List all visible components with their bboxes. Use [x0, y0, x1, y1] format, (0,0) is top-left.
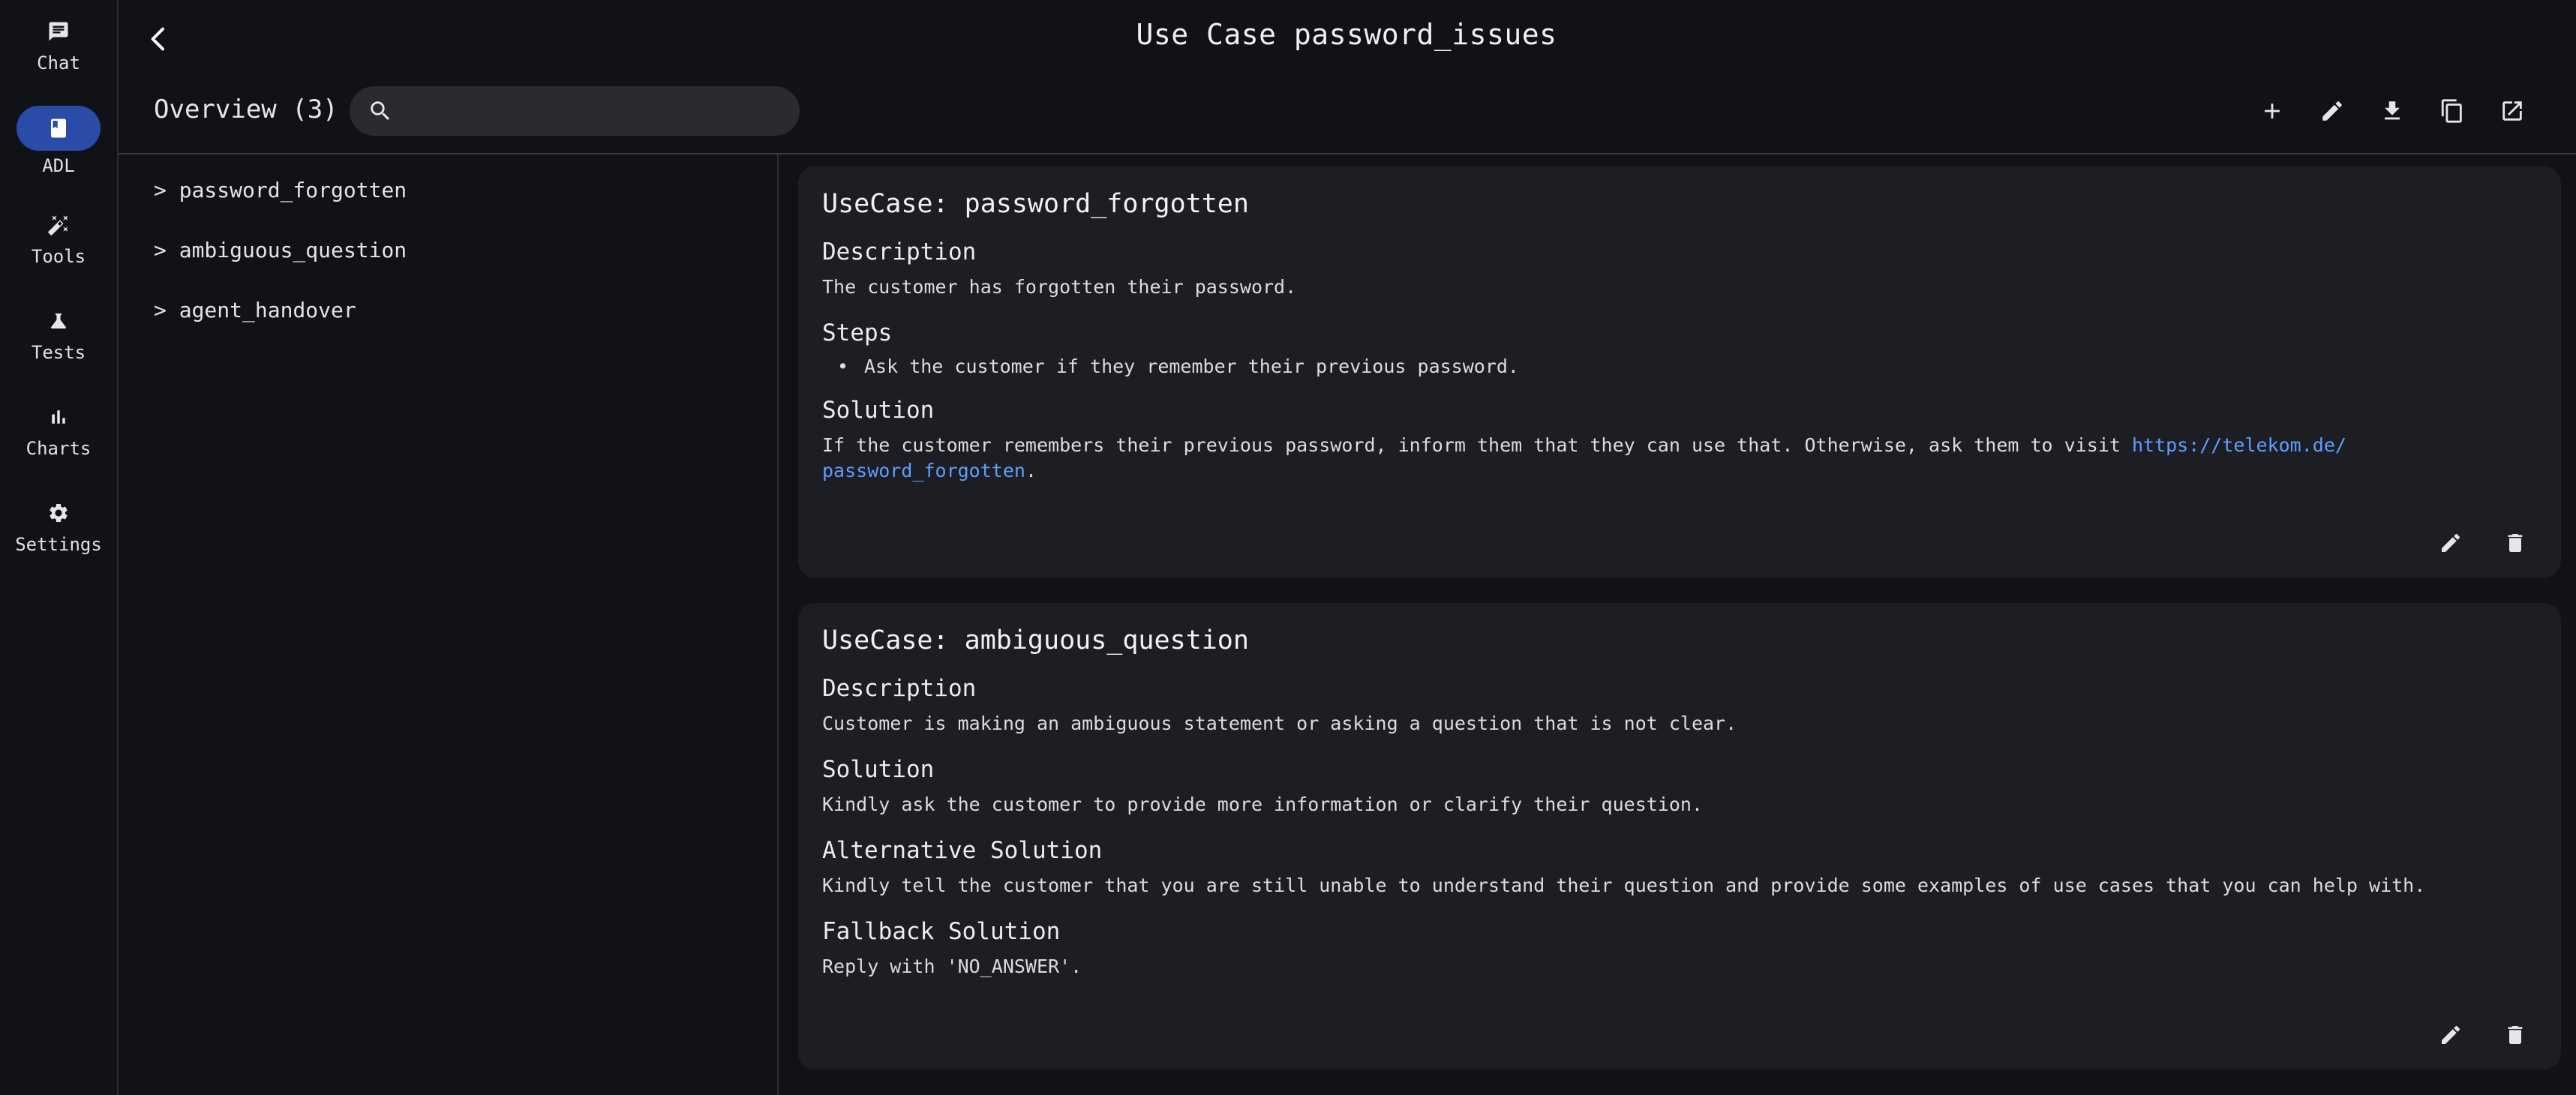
nav-item-chat[interactable]: Chat [0, 15, 117, 74]
card-title: UseCase: password_forgotten [822, 189, 1249, 219]
header-divider [119, 153, 2576, 154]
plus-icon [2265, 104, 2280, 118]
solution-text: If the customer remembers their previous… [822, 433, 2537, 484]
nav-label-tests: Tests [31, 342, 86, 363]
alternative-solution-text: Kindly tell the customer that you are st… [822, 874, 2426, 896]
nav-label-chat: Chat [37, 52, 80, 74]
nav-item-settings[interactable]: Settings [0, 496, 117, 555]
fallback-solution-heading: Fallback Solution [822, 918, 1061, 945]
search-bar[interactable] [350, 86, 800, 136]
solution-text: Kindly ask the customer to provide more … [822, 794, 1703, 815]
solution-end: . [1025, 460, 1037, 482]
chat-icon [49, 22, 68, 41]
card-delete-button[interactable] [2499, 522, 2531, 564]
overview-toolbar [2256, 90, 2528, 132]
description-heading: Description [822, 675, 977, 702]
pencil-icon [2442, 1025, 2460, 1044]
overview-title: Overview (3) [154, 94, 338, 124]
solution-heading: Solution [822, 756, 935, 783]
step-text: Ask the customer if they remember their … [864, 356, 1519, 377]
nav-item-tests[interactable]: Tests [0, 304, 117, 363]
card-edit-button[interactable] [2435, 522, 2466, 564]
card-edit-button[interactable] [2435, 1014, 2466, 1056]
nav-label-tools: Tools [31, 246, 86, 267]
book-icon [51, 118, 66, 138]
alternative-solution-heading: Alternative Solution [822, 837, 1103, 864]
open-external-icon [2502, 101, 2522, 121]
description-text: The customer has forgotten their passwor… [822, 276, 1297, 298]
add-button[interactable] [2256, 90, 2288, 132]
description-text: Customer is making an ambiguous statemen… [822, 712, 1737, 734]
open-external-button[interactable] [2496, 90, 2528, 132]
download-icon [2385, 101, 2400, 120]
solution-text-main: If the customer remembers their previous… [822, 434, 2132, 456]
step-item: • Ask the customer if they remember their… [822, 356, 2537, 377]
pencil-icon [2322, 101, 2342, 121]
trash-icon [2508, 1026, 2523, 1044]
steps-heading: Steps [822, 320, 893, 346]
copy-button[interactable] [2436, 90, 2468, 132]
nav-item-adl[interactable]: ADL [0, 106, 117, 176]
nav-label-charts: Charts [26, 438, 92, 459]
search-icon [371, 101, 390, 121]
nav-item-tools[interactable]: Tools [0, 208, 117, 267]
use-case-tree: > password_forgotten > ambiguous_questio… [154, 172, 407, 352]
tree-item-ambiguous-question[interactable]: > ambiguous_question [154, 232, 407, 292]
nav-label-adl: ADL [42, 155, 75, 176]
page-title: Use Case password_issues [1136, 18, 1557, 51]
tree-item-password-forgotten[interactable]: > password_forgotten [154, 172, 407, 232]
use-case-card-password-forgotten: UseCase: password_forgotten Description … [798, 166, 2561, 578]
flask-icon [51, 314, 66, 328]
card-actions [2435, 522, 2531, 564]
card-delete-button[interactable] [2499, 1014, 2531, 1056]
search-input[interactable] [404, 99, 782, 123]
solution-link-part1: https://telekom.de/ [2131, 434, 2346, 456]
nav-label-settings: Settings [15, 534, 102, 555]
pencil-icon [2442, 533, 2460, 552]
download-button[interactable] [2376, 90, 2408, 132]
nav-item-charts[interactable]: Charts [0, 400, 117, 459]
fallback-solution-text: Reply with 'NO_ANSWER'. [822, 956, 1082, 977]
description-heading: Description [822, 238, 977, 266]
trash-icon [2508, 534, 2523, 552]
side-navigation: Chat ADL Tools Tests Charts Settings [0, 0, 119, 1095]
card-actions [2435, 1014, 2531, 1056]
panel-divider [777, 154, 779, 1095]
copy-icon [2441, 99, 2462, 123]
edit-button[interactable] [2316, 90, 2348, 132]
solution-link-part2: password_forgotten [822, 460, 1025, 482]
magic-wand-icon [48, 215, 68, 236]
bar-chart-icon [52, 410, 65, 424]
card-title: UseCase: ambiguous_question [822, 626, 1249, 656]
use-case-card-ambiguous-question: UseCase: ambiguous_question Description … [798, 603, 2561, 1070]
tree-item-agent-handover[interactable]: > agent_handover [154, 292, 407, 352]
gear-icon [50, 504, 68, 522]
bullet-dot: • [837, 356, 849, 377]
solution-heading: Solution [822, 397, 935, 424]
